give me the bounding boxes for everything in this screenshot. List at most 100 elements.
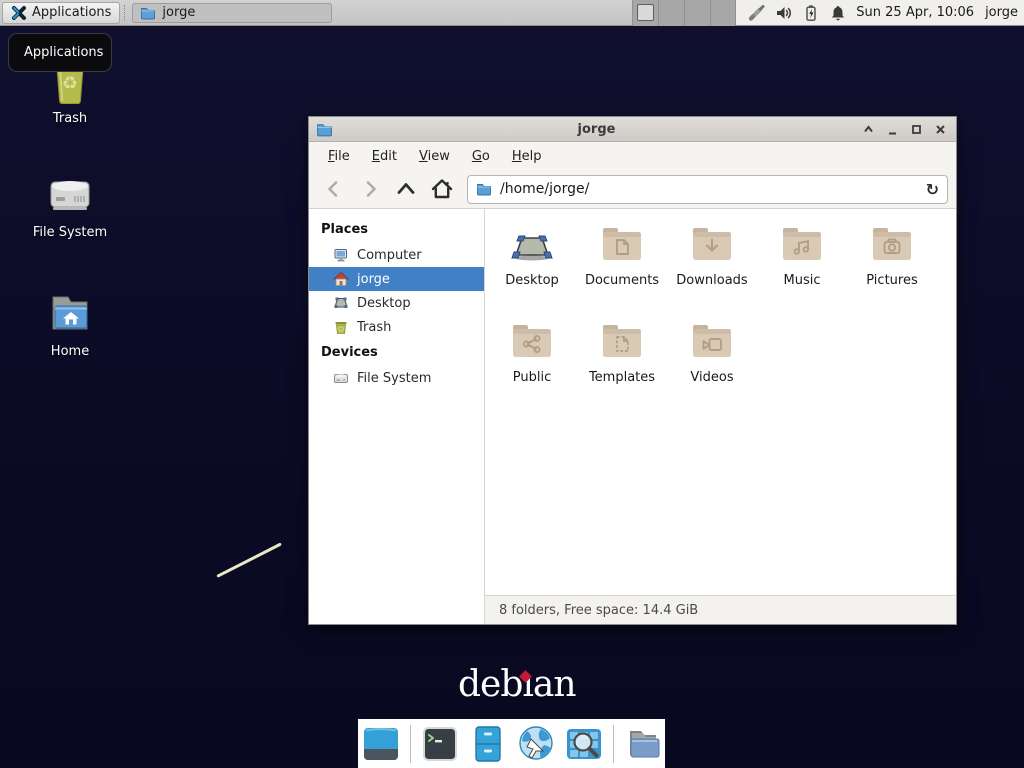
path-bar[interactable]: /home/jorge/ ↻ <box>467 175 948 204</box>
window-titlebar[interactable]: jorge <box>309 117 956 142</box>
back-button[interactable] <box>317 175 350 204</box>
taskbar-folder-icon <box>140 5 156 21</box>
status-bar: 8 folders, Free space: 14.4 GiB <box>485 595 956 624</box>
downloads-folder-icon <box>688 221 736 269</box>
file-label: Downloads <box>676 273 747 288</box>
file-label: Desktop <box>505 273 559 288</box>
dock-separator <box>613 725 614 763</box>
applications-menu-label: Applications <box>32 5 111 20</box>
file-item-pictures[interactable]: Pictures <box>847 218 937 315</box>
sidebar-item-label: File System <box>357 371 431 386</box>
workspace-1[interactable] <box>632 0 658 26</box>
terminal-icon[interactable] <box>421 725 459 763</box>
desktop-icon-label: File System <box>33 225 107 240</box>
file-item-videos[interactable]: Videos <box>667 315 757 412</box>
applications-menu-button[interactable]: Applications <box>2 2 120 24</box>
file-item-documents[interactable]: Documents <box>577 218 667 315</box>
panel-username[interactable]: jorge <box>985 5 1018 20</box>
workspace-3[interactable] <box>684 0 710 26</box>
sidebar-item-desktop[interactable]: Desktop <box>309 291 484 315</box>
battery-tray-icon[interactable] <box>802 4 820 22</box>
sidebar-item-trash[interactable]: Trash <box>309 315 484 339</box>
public-folder-icon <box>508 318 556 366</box>
file-pane: Desktop Documents <box>485 209 956 624</box>
web-browser-icon[interactable] <box>517 725 555 763</box>
file-label: Videos <box>690 370 733 385</box>
desktop-special-icon <box>508 221 556 269</box>
trash-small-icon <box>333 319 349 335</box>
applications-tooltip-text: Applications <box>24 45 103 60</box>
close-button[interactable] <box>932 121 949 138</box>
forward-button[interactable] <box>353 175 386 204</box>
show-desktop-icon[interactable] <box>362 725 400 763</box>
file-label: Music <box>784 273 821 288</box>
pictures-folder-icon <box>868 221 916 269</box>
xfce-menu-icon <box>11 5 27 21</box>
file-item-downloads[interactable]: Downloads <box>667 218 757 315</box>
shade-button[interactable] <box>860 121 877 138</box>
top-panel: Applications jorge <box>0 0 1024 26</box>
window-folder-icon[interactable] <box>316 121 333 138</box>
file-manager-window: jorge File Edit View Go Help <box>308 116 957 625</box>
sidebar-item-jorge[interactable]: jorge <box>309 267 484 291</box>
hard-drive-icon <box>46 170 94 218</box>
dock-separator <box>410 725 411 763</box>
file-item-desktop[interactable]: Desktop <box>487 218 577 315</box>
debian-logo-text: debıan <box>458 664 576 705</box>
workspace-2[interactable] <box>658 0 684 26</box>
sidebar-item-label: Computer <box>357 248 422 263</box>
window-title: jorge <box>333 122 860 137</box>
home-button[interactable] <box>425 175 458 204</box>
file-item-templates[interactable]: Templates <box>577 315 667 412</box>
status-text: 8 folders, Free space: 14.4 GiB <box>499 603 698 618</box>
taskbar-window-button[interactable]: jorge <box>132 3 332 23</box>
toolbar: /home/jorge/ ↻ <box>309 170 956 209</box>
path-folder-icon <box>476 181 492 197</box>
reload-button[interactable]: ↻ <box>926 180 939 199</box>
file-grid: Desktop Documents <box>485 209 956 595</box>
notification-bell-tray-icon[interactable] <box>829 4 847 22</box>
menu-help[interactable]: Help <box>501 145 553 168</box>
workspace-switcher <box>632 0 736 26</box>
svg-text:♻: ♻ <box>62 73 78 94</box>
computer-icon <box>333 247 349 263</box>
sidebar-item-label: Desktop <box>357 296 411 311</box>
sidebar-places-header: Places <box>309 216 484 243</box>
file-item-music[interactable]: Music <box>757 218 847 315</box>
panel-tray-section: Sun 25 Apr, 10:06 jorge <box>736 0 1024 25</box>
desktop-icon-home[interactable]: Home <box>18 289 122 359</box>
file-manager-icon[interactable] <box>469 725 507 763</box>
tablet-pen-tray-icon[interactable] <box>748 4 766 22</box>
sidebar-item-file-system[interactable]: File System <box>309 366 484 390</box>
desktop-icon-label: Home <box>51 344 89 359</box>
file-label: Public <box>513 370 551 385</box>
menu-view[interactable]: View <box>408 145 461 168</box>
file-item-public[interactable]: Public <box>487 315 577 412</box>
debian-logo: debıan <box>458 662 576 708</box>
panel-clock[interactable]: Sun 25 Apr, 10:06 <box>856 5 974 20</box>
templates-folder-icon <box>598 318 646 366</box>
workspace-4[interactable] <box>710 0 736 26</box>
file-label: Templates <box>589 370 655 385</box>
menu-go[interactable]: Go <box>461 145 501 168</box>
panel-left-section: Applications jorge <box>0 0 632 25</box>
videos-folder-icon <box>688 318 736 366</box>
sidebar-devices-header: Devices <box>309 339 484 366</box>
desktop-small-icon <box>333 295 349 311</box>
panel-separator <box>124 5 128 21</box>
up-button[interactable] <box>389 175 422 204</box>
application-finder-icon[interactable] <box>565 725 603 763</box>
file-label: Pictures <box>866 273 917 288</box>
home-icon <box>333 271 349 287</box>
menu-file[interactable]: File <box>317 145 361 168</box>
directory-menu-icon[interactable] <box>624 725 662 763</box>
sidebar-item-computer[interactable]: Computer <box>309 243 484 267</box>
music-folder-icon <box>778 221 826 269</box>
desktop-icon-file-system[interactable]: File System <box>18 170 122 240</box>
desktop-root: { "panel": { "applications": { "label": … <box>0 0 1024 768</box>
menu-edit[interactable]: Edit <box>361 145 408 168</box>
maximize-button[interactable] <box>908 121 925 138</box>
drive-small-icon <box>333 370 349 386</box>
minimize-button[interactable] <box>884 121 901 138</box>
volume-tray-icon[interactable] <box>775 4 793 22</box>
